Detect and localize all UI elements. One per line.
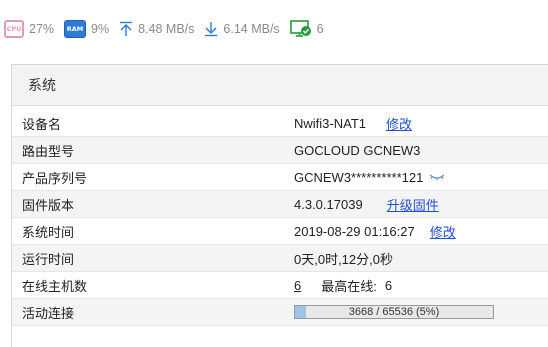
connections-progress-text: 3668 / 65536 (5%) xyxy=(348,306,440,318)
ram-usage: 9% xyxy=(91,21,110,36)
cpu-icon: CPU xyxy=(4,19,24,38)
device-name-label: 设备名 xyxy=(22,116,62,132)
download-speed: 6.14 MB/s xyxy=(223,21,280,36)
online-hosts-value[interactable]: 6 xyxy=(294,278,301,293)
monitor-check-icon xyxy=(289,19,312,38)
uptime-label: 运行时间 xyxy=(22,251,75,267)
eye-closed-icon[interactable] xyxy=(429,173,445,181)
firmware-value: 4.3.0.17039 xyxy=(294,196,363,212)
edit-system-time-link[interactable]: 修改 xyxy=(430,222,456,241)
download-stat: 6.14 MB/s xyxy=(204,21,280,37)
ram-chip-label: RAM xyxy=(64,19,87,38)
peak-online-value: 6 xyxy=(384,277,393,293)
row-online-hosts: 在线主机数 6 最高在线: 6 xyxy=(12,272,548,299)
row-device-name: 设备名 Nwifi3-NAT1 修改 xyxy=(12,110,548,137)
cpu-usage: 27% xyxy=(29,21,55,36)
firmware-label: 固件版本 xyxy=(22,197,75,213)
active-connections-label: 活动连接 xyxy=(22,305,75,321)
upgrade-firmware-link[interactable]: 升级固件 xyxy=(387,195,439,214)
row-system-time: 系统时间 2019-08-29 01:16:27 修改 xyxy=(12,218,548,245)
download-arrow-icon xyxy=(204,21,218,37)
row-firmware: 固件版本 4.3.0.17039 升级固件 xyxy=(12,191,548,218)
cpu-chip-label: CPU xyxy=(4,19,24,38)
row-router-model: 路由型号 GOCLOUD GCNEW3 xyxy=(12,137,548,164)
uptime-value: 0天,0时,12分,0秒 xyxy=(294,251,393,267)
system-time-value: 2019-08-29 01:16:27 xyxy=(294,223,415,239)
router-model-value: GOCLOUD GCNEW3 xyxy=(294,142,421,158)
edit-device-name-link[interactable]: 修改 xyxy=(386,114,412,133)
online-devices-count: 6 xyxy=(316,21,324,36)
peak-online-label: 最高在线: xyxy=(321,278,377,294)
row-active-connections: 活动连接 3668 / 65536 (5%) xyxy=(12,299,548,326)
router-model-label: 路由型号 xyxy=(22,143,75,159)
devices-stat: 6 xyxy=(289,19,324,38)
ram-stat: RAM 9% xyxy=(64,19,110,38)
ram-icon: RAM xyxy=(64,19,87,38)
cpu-stat: CPU 27% xyxy=(4,19,55,38)
device-name-value: Nwifi3-NAT1 xyxy=(294,115,366,131)
status-bar: CPU 27% RAM 9% 8.48 MB/s 6.14 MB/s 6 xyxy=(0,0,548,57)
row-serial: 产品序列号 GCNEW3**********121 xyxy=(12,164,548,191)
upload-stat: 8.48 MB/s xyxy=(119,21,194,37)
upload-speed: 8.48 MB/s xyxy=(138,21,195,36)
serial-label: 产品序列号 xyxy=(22,170,88,186)
serial-value: GCNEW3**********121 xyxy=(294,169,424,185)
system-panel: 系统 设备名 Nwifi3-NAT1 修改 路由型号 GOCLOUD GCNEW… xyxy=(11,64,548,347)
connections-progress-bar: 3668 / 65536 (5%) xyxy=(294,305,494,319)
online-hosts-label: 在线主机数 xyxy=(22,278,88,294)
section-title: 系统 xyxy=(12,65,548,106)
upload-arrow-icon xyxy=(119,21,133,37)
row-uptime: 运行时间 0天,0时,12分,0秒 xyxy=(12,245,548,272)
system-time-label: 系统时间 xyxy=(22,224,75,240)
